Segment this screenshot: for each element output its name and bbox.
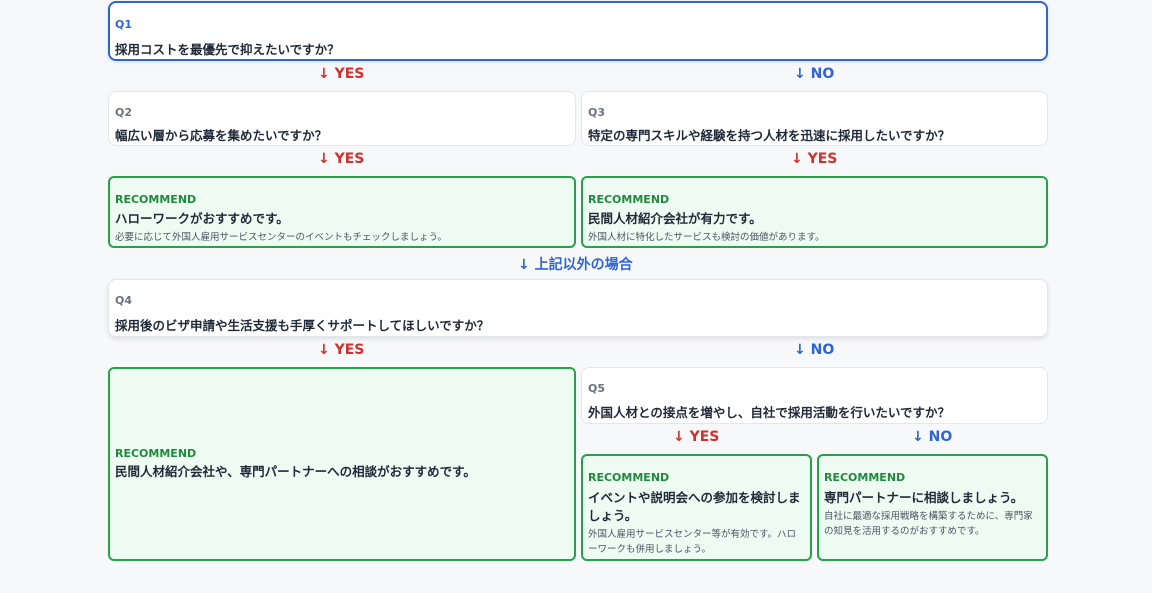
question-text: 幅広い層から応募を集めたいですか？ xyxy=(115,128,328,143)
recommendation-card-hellowork: RECOMMEND ハローワークがおすすめです。 必要に応じて外国人雇用サービス… xyxy=(108,176,576,248)
no-branch-label: ↓ NO xyxy=(912,429,953,445)
question-card-q2[interactable]: Q2 幅広い層から応募を集めたいですか？ xyxy=(108,91,576,146)
yes-branch-label: ↓ YES xyxy=(318,342,365,358)
recommendation-card-agency-partner: RECOMMEND 民間人材紹介会社や、専門パートナーへの相談がおすすめです。 xyxy=(108,367,576,561)
recommendation-card-events: RECOMMEND イベントや説明会への参加を検討しましょう。 外国人雇用サービ… xyxy=(581,454,812,561)
recommendation-card-agency: RECOMMEND 民間人材紹介会社が有力です。 外国人材に特化したサービスも検… xyxy=(581,176,1048,248)
recommend-note: 必要に応じて外国人雇用サービスセンターのイベントもチェックしましょう。 xyxy=(115,232,447,243)
arrow-down-icon: ↓ xyxy=(794,66,806,82)
no-branch-label: ↓ NO xyxy=(794,66,835,82)
question-card-q3[interactable]: Q3 特定の専門スキルや経験を持つ人材を迅速に採用したいですか？ xyxy=(581,91,1048,146)
yes-branch-label: ↓ YES xyxy=(318,151,365,167)
recommend-note: 外国人材に特化したサービスも検討の価値があります。 xyxy=(588,232,825,243)
recommend-title: 専門パートナーに相談しましょう。 xyxy=(824,490,1024,505)
arrow-down-icon: ↓ xyxy=(318,151,330,167)
recommendation-card-partner: RECOMMEND 専門パートナーに相談しましょう。 自社に最適な採用戦略を構築… xyxy=(817,454,1048,561)
arrow-down-icon: ↓ xyxy=(518,257,530,273)
recommend-title: 民間人材紹介会社が有力です。 xyxy=(588,211,762,226)
question-text: 採用後のビザ申請や生活支援も手厚くサポートしてほしいですか？ xyxy=(115,318,490,333)
yes-branch-label: ↓ YES xyxy=(673,429,720,445)
recommend-note: 外国人雇用サービスセンター等が有効です。ハローワークも併用しましょう。 xyxy=(588,529,797,555)
question-card-q5[interactable]: Q5 外国人材との接点を増やし、自社で採用活動を行いたいですか？ xyxy=(581,367,1048,424)
question-text: 採用コストを最優先で抑えたいですか？ xyxy=(115,42,340,57)
question-card-q1[interactable]: Q1 採用コストを最優先で抑えたいですか？ xyxy=(108,1,1048,61)
recommend-note: 自社に最適な採用戦略を構築するために、専門家の知見を活用するのがおすすめです。 xyxy=(824,511,1033,537)
arrow-down-icon: ↓ xyxy=(318,66,330,82)
recommend-label: RECOMMEND xyxy=(115,447,197,460)
arrow-down-icon: ↓ xyxy=(794,342,806,358)
arrow-down-icon: ↓ xyxy=(912,429,924,445)
question-card-q4[interactable]: Q4 採用後のビザ申請や生活支援も手厚くサポートしてほしいですか？ xyxy=(108,279,1048,337)
arrow-down-icon: ↓ xyxy=(673,429,685,445)
question-number: Q4 xyxy=(115,294,133,307)
recommend-title: イベントや説明会への参加を検討しましょう。 xyxy=(588,490,801,523)
recommend-label: RECOMMEND xyxy=(588,471,670,484)
recommend-label: RECOMMEND xyxy=(588,193,670,206)
recommend-title: ハローワークがおすすめです。 xyxy=(115,211,289,226)
recommend-label: RECOMMEND xyxy=(824,471,906,484)
question-text: 外国人材との接点を増やし、自社で採用活動を行いたいですか？ xyxy=(588,405,951,420)
recommend-title: 民間人材紹介会社や、専門パートナーへの相談がおすすめです。 xyxy=(115,464,476,479)
question-number: Q5 xyxy=(588,382,606,395)
question-text: 特定の専門スキルや経験を持つ人材を迅速に採用したいですか？ xyxy=(588,128,951,143)
no-branch-label: ↓ NO xyxy=(794,342,835,358)
arrow-down-icon: ↓ xyxy=(318,342,330,358)
otherwise-branch-label: ↓ 上記以外の場合 xyxy=(518,257,633,273)
recommend-label: RECOMMEND xyxy=(115,193,197,206)
question-number: Q2 xyxy=(115,106,133,119)
yes-branch-label: ↓ YES xyxy=(791,151,838,167)
arrow-down-icon: ↓ xyxy=(791,151,803,167)
question-number: Q1 xyxy=(115,18,133,31)
yes-branch-label: ↓ YES xyxy=(318,66,365,82)
question-number: Q3 xyxy=(588,106,606,119)
